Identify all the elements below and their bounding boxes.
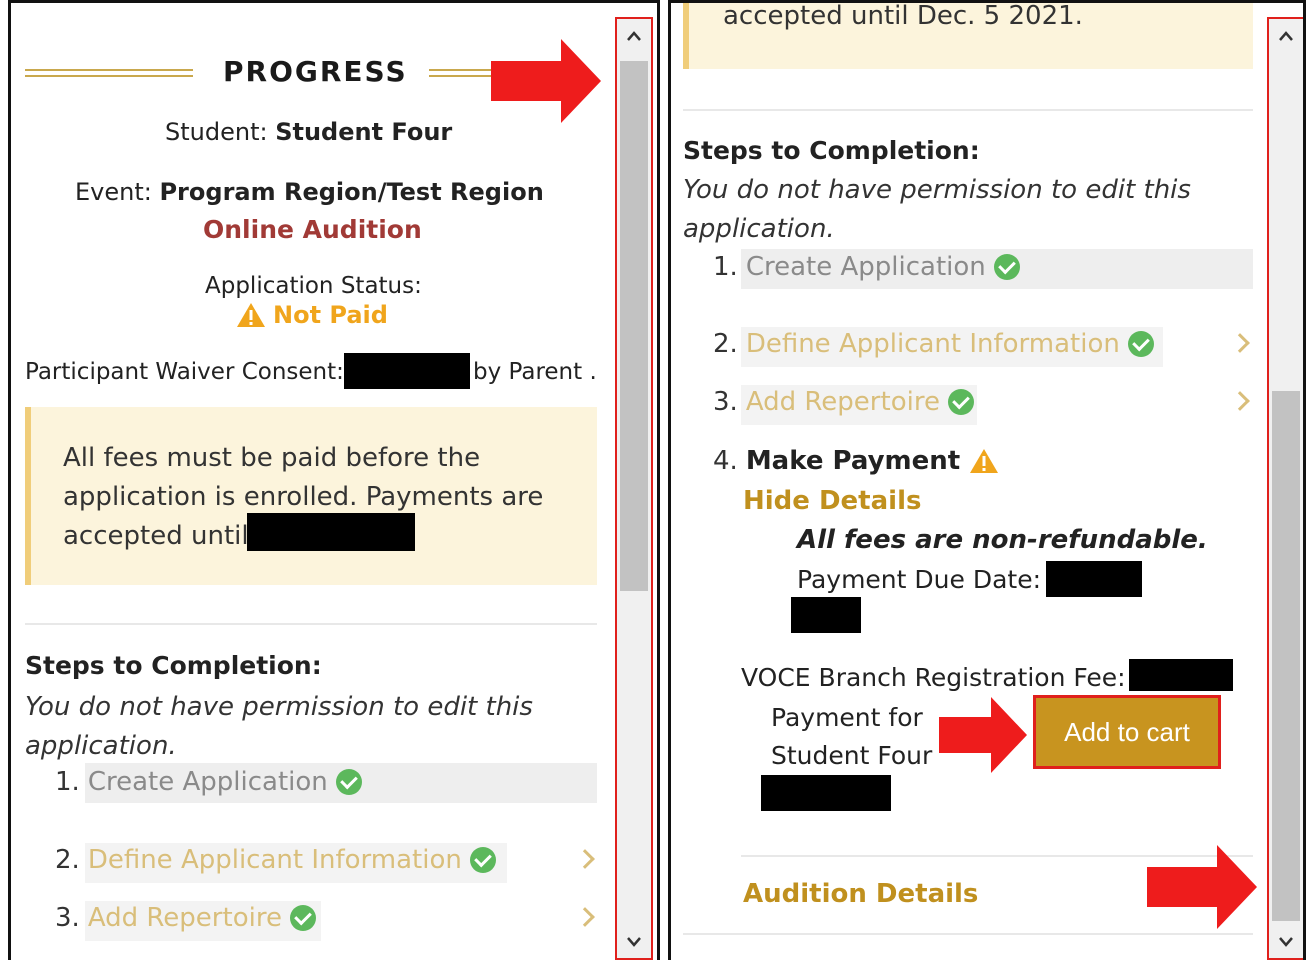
step-2[interactable]: 2. Define Applicant Information xyxy=(713,329,1154,359)
step-3[interactable]: 3. Add Repertoire xyxy=(55,903,316,933)
left-scrollbar[interactable] xyxy=(615,17,653,960)
payment-for-line2: Student Four xyxy=(771,741,933,770)
scroll-thumb[interactable] xyxy=(620,61,648,591)
warning-triangle-icon xyxy=(970,449,999,473)
step-label[interactable]: Define Applicant Information xyxy=(88,845,462,875)
step-label: Create Application xyxy=(745,252,986,282)
title-rule-left xyxy=(25,69,193,77)
step-number: 4. xyxy=(713,446,738,476)
chevron-right-icon[interactable] xyxy=(1230,333,1250,353)
red-arrow-icon xyxy=(1147,845,1257,929)
right-scrollbar[interactable] xyxy=(1267,17,1303,960)
page-title: PROGRESS xyxy=(223,55,408,88)
chevron-right-icon[interactable] xyxy=(1230,391,1250,411)
audition-details-link[interactable]: Audition Details xyxy=(743,879,978,909)
payment-for-line1: Payment for xyxy=(771,703,923,732)
add-to-cart-button[interactable]: Add to cart xyxy=(1033,695,1221,769)
step-2[interactable]: 2. Define Applicant Information xyxy=(55,845,496,875)
waiver-suffix: by Parent . xyxy=(473,359,597,385)
status-value: Not Paid xyxy=(273,301,388,329)
step-1: 1. Create Application xyxy=(713,252,1020,282)
redacted-waiver-date xyxy=(344,353,470,389)
scroll-down-button[interactable] xyxy=(617,926,651,956)
scroll-down-button[interactable] xyxy=(1269,926,1303,956)
redacted-payment-amount xyxy=(761,775,891,811)
check-circle-icon xyxy=(1127,331,1154,357)
check-circle-icon xyxy=(993,254,1020,280)
check-circle-icon xyxy=(335,769,362,795)
red-arrow-icon xyxy=(491,39,601,123)
event-label: Event: xyxy=(75,178,160,206)
step-label: Create Application xyxy=(87,767,328,797)
payment-notice: accepted until Dec. 5 2021. xyxy=(683,1,1253,69)
student-name: Student Four xyxy=(275,118,453,146)
step-number: 1. xyxy=(713,252,738,282)
chevron-right-icon[interactable] xyxy=(575,907,595,927)
step-label[interactable]: Add Repertoire xyxy=(746,387,940,417)
check-circle-icon xyxy=(289,905,316,931)
step-number: 2. xyxy=(55,845,80,875)
step-number: 1. xyxy=(55,767,80,797)
scroll-thumb[interactable] xyxy=(1272,391,1300,921)
scroll-up-button[interactable] xyxy=(1269,21,1303,51)
payment-notice-tail: accepted until Dec. 5 2021. xyxy=(723,1,1083,31)
waiver-label: Participant Waiver Consent: xyxy=(25,359,344,385)
status-label: Application Status: xyxy=(205,273,422,299)
status-value-row: Not Paid xyxy=(235,301,388,329)
step-number: 3. xyxy=(713,387,738,417)
step-number: 3. xyxy=(55,903,80,933)
permission-note: You do not have permission to edit this … xyxy=(683,175,1191,244)
warning-triangle-icon xyxy=(237,303,265,327)
scroll-up-button[interactable] xyxy=(617,21,651,51)
redacted-fee-amount xyxy=(1129,659,1233,691)
step-label[interactable]: Add Repertoire xyxy=(88,903,282,933)
event-line: Event: Program Region/Test Region xyxy=(75,178,544,206)
step-4: 4. Make Payment xyxy=(713,446,1000,476)
right-panel: accepted until Dec. 5 2021. Steps to Com… xyxy=(668,0,1306,960)
section-divider-bottom xyxy=(683,933,1253,935)
check-circle-icon xyxy=(469,847,496,873)
hide-details-link[interactable]: Hide Details xyxy=(743,486,921,516)
chevron-up-icon xyxy=(627,31,641,41)
chevron-down-icon xyxy=(1279,937,1293,947)
section-divider xyxy=(25,623,597,625)
step-1: 1. Create Application xyxy=(55,767,362,797)
redacted-deadline xyxy=(247,513,415,551)
left-panel: PROGRESS Student: Student Four Event: Pr… xyxy=(8,0,660,960)
payment-notice: All fees must be paid before the applica… xyxy=(25,407,597,585)
chevron-right-icon[interactable] xyxy=(575,849,595,869)
event-name: Program Region/Test Region xyxy=(159,178,544,206)
permission-note: You do not have permission to edit this … xyxy=(25,692,533,761)
step-label[interactable]: Define Applicant Information xyxy=(746,329,1120,359)
red-arrow-icon xyxy=(939,697,1027,773)
section-divider xyxy=(683,109,1253,111)
step-label: Make Payment xyxy=(745,446,961,476)
redacted-due-date-part2 xyxy=(791,597,861,633)
student-line: Student: Student Four xyxy=(165,118,452,146)
check-circle-icon xyxy=(947,389,974,415)
steps-heading: Steps to Completion: xyxy=(683,136,980,165)
chevron-down-icon xyxy=(627,937,641,947)
redacted-due-date-part1 xyxy=(1046,561,1142,597)
fee-label: VOCE Branch Registration Fee: xyxy=(741,663,1126,692)
step-3[interactable]: 3. Add Repertoire xyxy=(713,387,974,417)
steps-heading: Steps to Completion: xyxy=(25,651,322,680)
student-label: Student: xyxy=(165,118,276,146)
non-refundable-note: All fees are non-refundable. xyxy=(797,525,1208,555)
chevron-up-icon xyxy=(1279,31,1293,41)
event-type: Online Audition xyxy=(203,215,422,244)
step-number: 2. xyxy=(713,329,738,359)
due-date-label: Payment Due Date: xyxy=(797,565,1041,594)
